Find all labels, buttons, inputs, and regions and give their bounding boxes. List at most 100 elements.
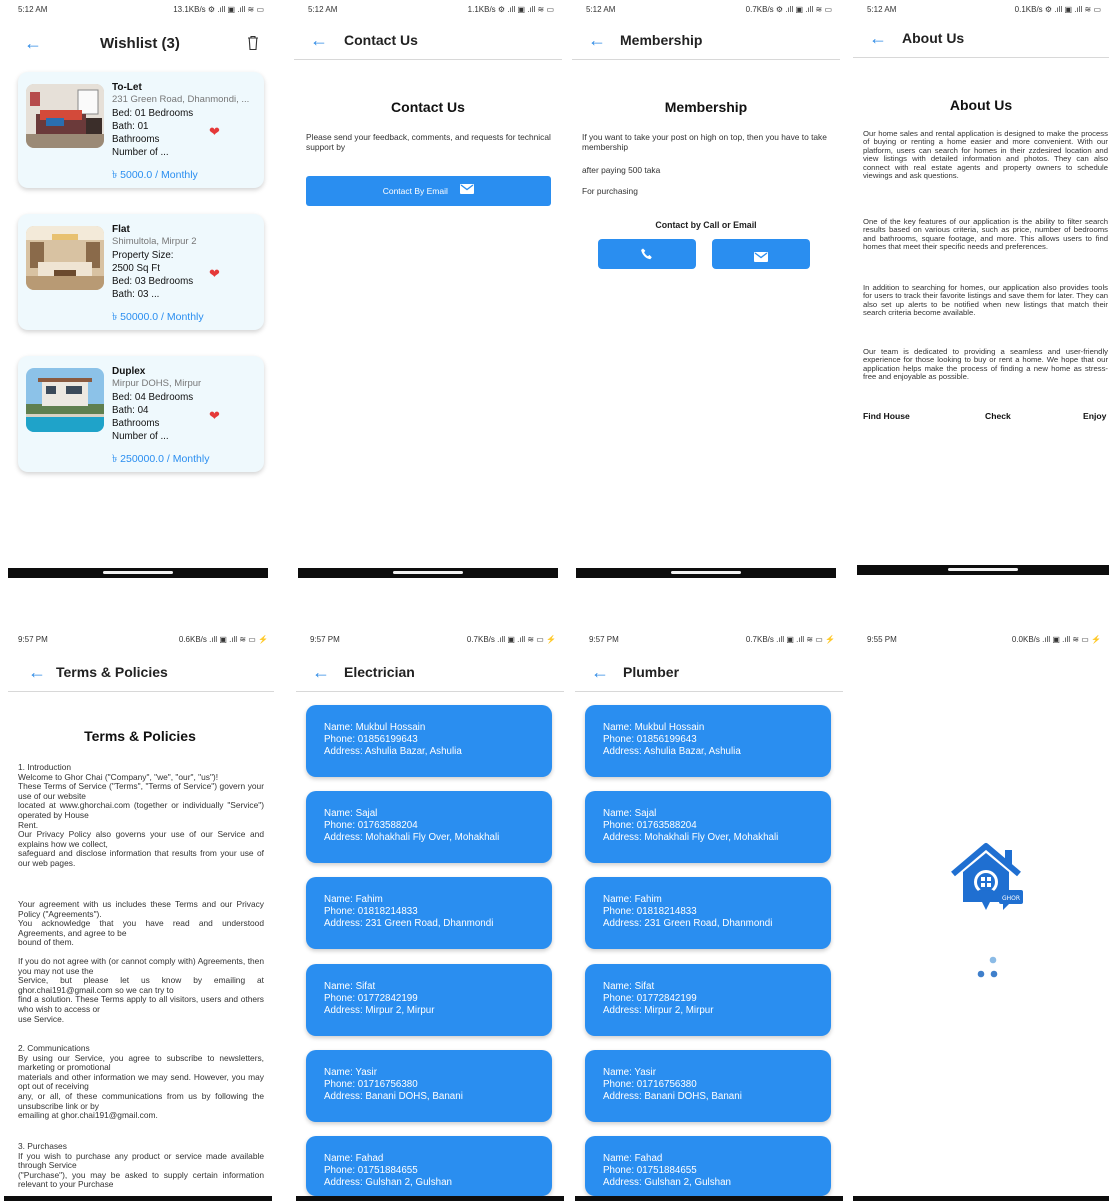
about-paragraph: In addition to searching for homes, our … xyxy=(863,283,1108,318)
provider-card[interactable]: Name: Sifat Phone: 01772842199 Address: … xyxy=(306,964,552,1036)
wishlist-screen: 5:12 AM 13.1KB/s ⚙ .ıll ▣ .ıll ≋ ▭ ← Wis… xyxy=(4,0,272,580)
provider-card[interactable]: Name: Sajal Phone: 01763588204 Address: … xyxy=(585,791,831,863)
about-paragraph: One of the key features of our applicati… xyxy=(863,217,1108,252)
provider-card[interactable]: Name: Sajal Phone: 01763588204 Address: … xyxy=(306,791,552,863)
home-indicator[interactable] xyxy=(393,571,463,574)
email-button[interactable] xyxy=(712,239,810,269)
provider-card[interactable]: Name: Yasir Phone: 01716756380 Address: … xyxy=(585,1050,831,1122)
about-screen: 5:12 AM 0.1KB/s ⚙ .ıll ▣ .ıll ≋ ▭ ← Abou… xyxy=(853,0,1109,580)
app-bar: ← Plumber xyxy=(575,656,843,692)
property-address: Mirpur DOHS, Mirpur xyxy=(112,378,202,389)
property-details: Bed: 01 Bedrooms Bath: 01 Bathrooms Numb… xyxy=(112,108,194,158)
provider-card[interactable]: Name: Yasir Phone: 01716756380 Address: … xyxy=(306,1050,552,1122)
page-title: Contact Us xyxy=(344,32,418,48)
system-nav-bar xyxy=(857,565,1109,575)
electrician-screen: 9:57 PM 0.7KB/s .ıll ▣ .ıll ≋ ▭ ⚡ ← Elec… xyxy=(296,630,564,1196)
about-paragraph: Our home sales and rental application is… xyxy=(863,129,1108,181)
home-indicator[interactable] xyxy=(671,571,741,574)
property-photo xyxy=(26,368,104,432)
section-heading: Membership xyxy=(664,99,748,115)
page-title: Terms & Policies xyxy=(56,664,168,680)
terms-screen: 9:57 PM 0.6KB/s .ıll ▣ .ıll ≋ ▭ ⚡ ← Term… xyxy=(4,630,276,1201)
provider-name: Name: Sajal xyxy=(603,808,657,819)
status-bar: 9:55 PM 0.0KB/s .ıll ▣ .ıll ≋ ▭ ⚡ xyxy=(861,635,1103,647)
provider-card[interactable]: Name: Fahad Phone: 01751884655 Address: … xyxy=(306,1136,552,1196)
wishlist-card[interactable]: Flat Shimultola, Mirpur 2 Property Size:… xyxy=(18,214,264,330)
provider-name: Name: Fahim xyxy=(324,894,383,905)
heart-icon[interactable]: ❤ xyxy=(209,266,220,282)
terms-section: If you do not agree with (or cannot comp… xyxy=(18,956,264,1024)
mail-icon xyxy=(460,176,475,206)
arrow-left-icon[interactable]: ← xyxy=(591,662,609,682)
section-heading: Terms & Policies xyxy=(84,728,196,744)
property-type: Duplex xyxy=(112,366,146,377)
provider-card[interactable]: Name: Fahim Phone: 01818214833 Address: … xyxy=(306,877,552,949)
page-title: Wishlist (3) xyxy=(100,35,180,52)
membership-purchasing: For purchasing xyxy=(582,186,638,196)
provider-card[interactable]: Name: Fahad Phone: 01751884655 Address: … xyxy=(585,1136,831,1196)
page-title: Membership xyxy=(620,32,703,48)
about-footer-2: Check xyxy=(985,411,1011,421)
wishlist-card[interactable]: Duplex Mirpur DOHS, Mirpur Bed: 04 Bedro… xyxy=(18,356,264,472)
status-bar: 5:12 AM 1.1KB/s ⚙ .ıll ▣ .ıll ≋ ▭ xyxy=(302,5,556,17)
arrow-left-icon[interactable]: ← xyxy=(588,30,606,50)
provider-card[interactable]: Name: Mukbul Hossain Phone: 01856199643 … xyxy=(306,705,552,777)
property-price: ৳ 250000.0 / Monthly xyxy=(112,453,210,465)
arrow-left-icon[interactable]: ← xyxy=(24,33,42,53)
provider-card[interactable]: Name: Mukbul Hossain Phone: 01856199643 … xyxy=(585,705,831,777)
provider-name: Name: Fahad xyxy=(324,1153,384,1164)
wishlist-card[interactable]: To-Let 231 Green Road, Dhanmondi, ... Be… xyxy=(18,72,264,188)
contact-label: Contact by Call or Email xyxy=(655,220,757,230)
provider-address: Address: Banani DOHS, Banani xyxy=(603,1091,742,1102)
logo-badge-text: GHOR xyxy=(1002,895,1020,902)
provider-name: Name: Fahim xyxy=(603,894,662,905)
status-bar: 5:12 AM 0.1KB/s ⚙ .ıll ▣ .ıll ≋ ▭ xyxy=(861,5,1103,17)
provider-name: Name: Sajal xyxy=(324,808,378,819)
property-price: ৳ 5000.0 / Monthly xyxy=(112,169,198,181)
property-price: ৳ 50000.0 / Monthly xyxy=(112,311,204,323)
arrow-left-icon[interactable]: ← xyxy=(869,28,887,48)
status-bar: 5:12 AM 13.1KB/s ⚙ .ıll ▣ .ıll ≋ ▭ xyxy=(12,5,266,17)
system-nav-bar xyxy=(298,568,558,578)
provider-address: Address: 231 Green Road, Dhanmondi xyxy=(324,918,494,929)
provider-card[interactable]: Name: Sifat Phone: 01772842199 Address: … xyxy=(585,964,831,1036)
arrow-left-icon[interactable]: ← xyxy=(28,662,46,682)
page-title: Plumber xyxy=(623,664,680,680)
property-type: Flat xyxy=(112,224,130,235)
status-time: 5:12 AM xyxy=(308,5,338,14)
provider-phone: Phone: 01818214833 xyxy=(603,906,697,917)
property-details: Bed: 04 Bedrooms Bath: 04 Bathrooms Numb… xyxy=(112,392,194,442)
provider-name: Name: Sifat xyxy=(324,981,376,992)
arrow-left-icon[interactable]: ← xyxy=(312,662,330,682)
status-icons: 13.1KB/s ⚙ .ıll ▣ .ıll ≋ ▭ xyxy=(173,5,264,14)
heart-icon[interactable]: ❤ xyxy=(209,408,220,424)
status-time: 9:57 PM xyxy=(18,635,48,644)
status-time: 9:55 PM xyxy=(867,635,897,644)
heart-icon[interactable]: ❤ xyxy=(209,124,220,140)
about-paragraph: Our team is dedicated to providing a sea… xyxy=(863,347,1108,382)
membership-text: If you want to take your post on high on… xyxy=(582,132,827,152)
membership-fee: after paying 500 taka xyxy=(582,165,661,175)
about-footer-3: Enjoy xyxy=(1083,411,1107,421)
provider-name: Name: Mukbul Hossain xyxy=(603,722,705,733)
app-bar: ← About Us xyxy=(853,22,1109,58)
home-indicator[interactable] xyxy=(948,568,1018,571)
provider-name: Name: Yasir xyxy=(324,1067,377,1078)
status-time: 5:12 AM xyxy=(18,5,48,14)
app-bar: ← Wishlist (3) xyxy=(4,24,272,60)
provider-phone: Phone: 01856199643 xyxy=(324,734,418,745)
arrow-left-icon[interactable]: ← xyxy=(310,30,328,50)
call-button[interactable] xyxy=(598,239,696,269)
splash-screen: 9:55 PM 0.0KB/s .ıll ▣ .ıll ≋ ▭ ⚡ GHOR xyxy=(853,630,1109,1196)
provider-address: Address: Mirpur 2, Mirpur xyxy=(603,1005,714,1016)
home-indicator[interactable] xyxy=(103,571,173,574)
contact-by-email-button[interactable]: Contact By Email xyxy=(306,176,551,206)
provider-address: Address: Banani DOHS, Banani xyxy=(324,1091,463,1102)
provider-phone: Phone: 01751884655 xyxy=(324,1165,418,1176)
status-bar: 9:57 PM 0.6KB/s .ıll ▣ .ıll ≋ ▭ ⚡ xyxy=(12,635,270,647)
provider-address: Address: Ashulia Bazar, Ashulia xyxy=(324,746,462,757)
provider-card[interactable]: Name: Fahim Phone: 01818214833 Address: … xyxy=(585,877,831,949)
membership-screen: 5:12 AM 0.7KB/s ⚙ .ıll ▣ .ıll ≋ ▭ ← Memb… xyxy=(572,0,840,580)
status-time: 5:12 AM xyxy=(867,5,897,14)
trash-icon[interactable] xyxy=(247,35,259,51)
